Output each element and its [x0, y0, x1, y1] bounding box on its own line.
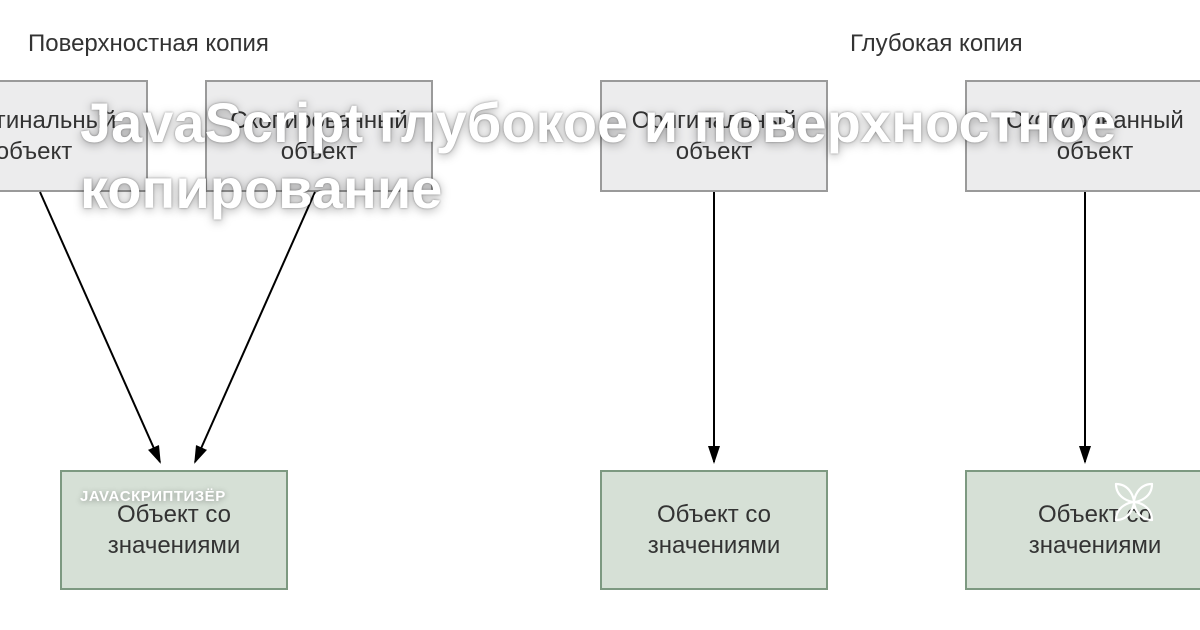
author-label: JAVAСКРИПТИЗЁР: [80, 488, 226, 505]
zen-logo-icon: [1110, 478, 1158, 526]
article-title: JavaScript глубокое и поверхностное копи…: [80, 90, 1130, 222]
overlay-layer: JavaScript глубокое и поверхностное копи…: [0, 0, 1200, 630]
